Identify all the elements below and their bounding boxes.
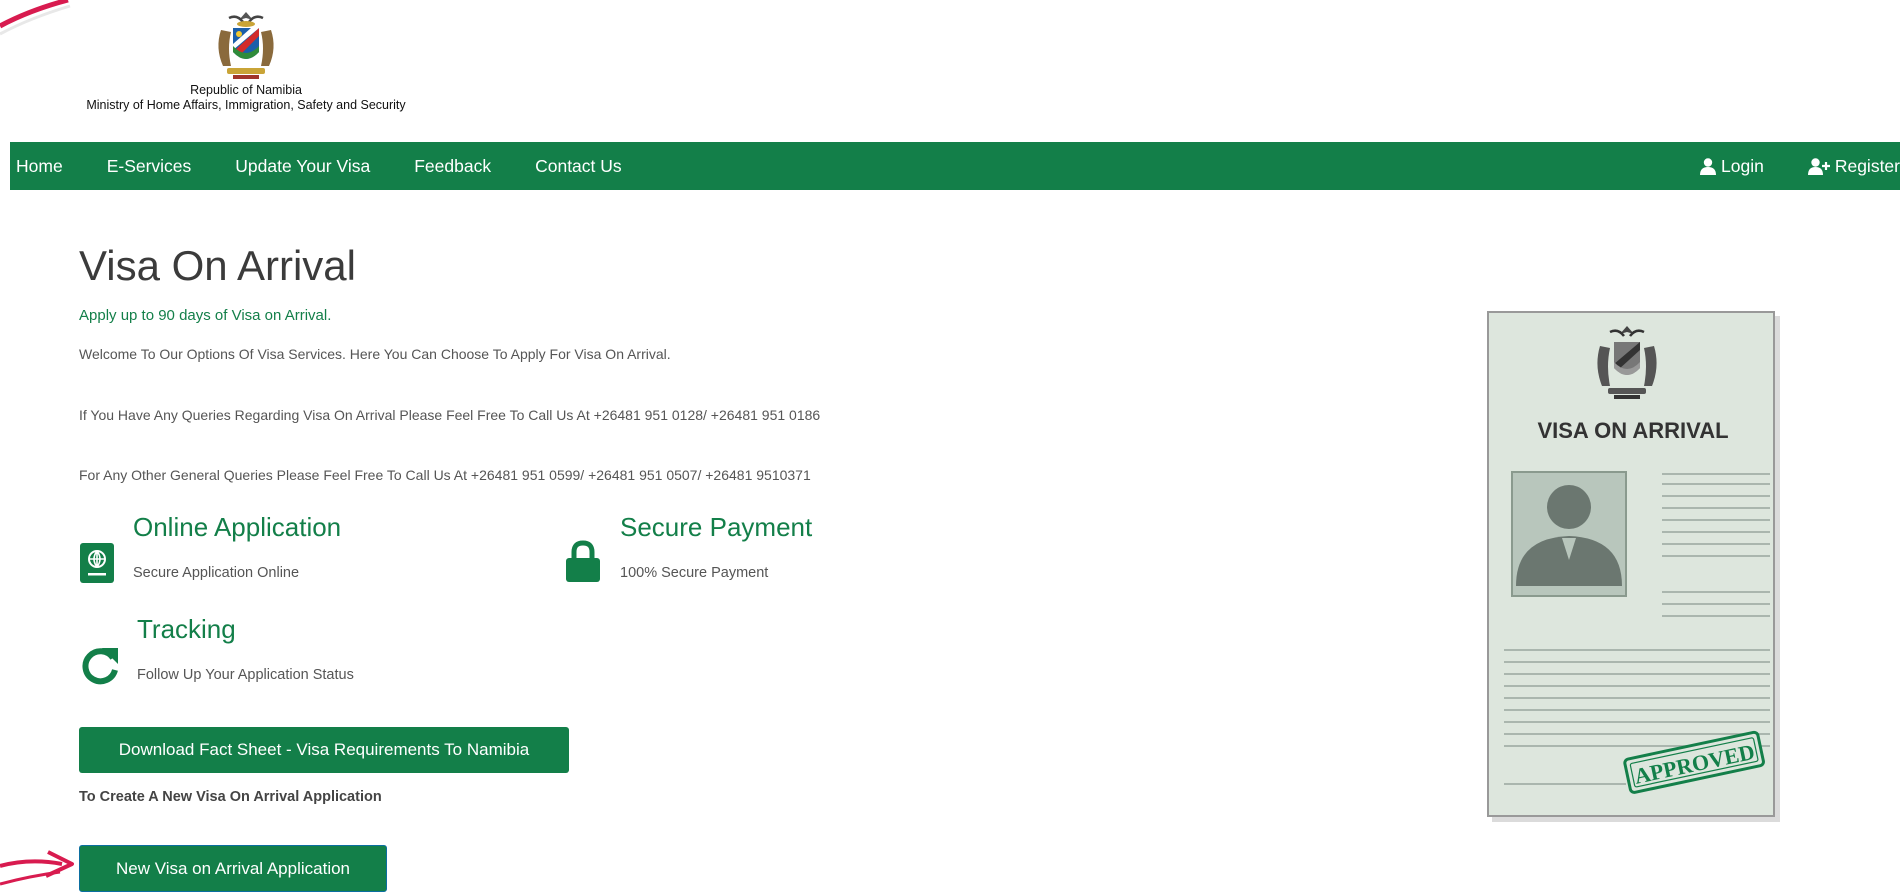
- coat-of-arms-icon: [218, 12, 274, 79]
- main-content: Visa On Arrival Apply up to 90 days of V…: [79, 240, 979, 892]
- nav-account: Login Register: [1656, 156, 1900, 177]
- create-application-label: To Create A New Visa On Arrival Applicat…: [79, 789, 382, 805]
- decorative-swoosh: [0, 0, 71, 36]
- lock-icon: [566, 540, 600, 582]
- page-subtitle: Apply up to 90 days of Visa on Arrival.: [79, 307, 332, 324]
- feature-desc: 100% Secure Payment: [620, 565, 769, 581]
- nav-contact-us[interactable]: Contact Us: [535, 156, 622, 177]
- arrow-pointer-icon: [0, 850, 74, 886]
- ministry-name: Ministry of Home Affairs, Immigration, S…: [86, 98, 406, 112]
- new-visa-application-button[interactable]: New Visa on Arrival Application: [79, 845, 387, 892]
- general-queries-text: For Any Other General Queries Please Fee…: [79, 467, 811, 483]
- voa-queries-text: If You Have Any Queries Regarding Visa O…: [79, 407, 821, 423]
- visa-card-graphic: VISA ON ARRIVAL APPROVED: [1487, 311, 1780, 822]
- nav-home[interactable]: Home: [16, 156, 63, 177]
- main-navbar: Home E-Services Update Your Visa Feedbac…: [10, 142, 1900, 190]
- nav-feedback[interactable]: Feedback: [414, 156, 491, 177]
- welcome-text: Welcome To Our Options Of Visa Services.…: [79, 346, 671, 362]
- feature-title: Online Application: [133, 512, 342, 542]
- login-label: Login: [1721, 155, 1764, 176]
- nav-register[interactable]: Register: [1807, 155, 1900, 177]
- register-label: Register: [1834, 155, 1900, 176]
- visa-document-illustration: VISA ON ARRIVAL APPROVED: [1486, 310, 1782, 829]
- feature-title: Secure Payment: [620, 512, 813, 542]
- refresh-icon: [82, 648, 118, 685]
- feature-desc: Secure Application Online: [133, 565, 300, 581]
- nav-update-your-visa[interactable]: Update Your Visa: [235, 156, 370, 177]
- feature-title: Tracking: [137, 614, 236, 644]
- site-logo[interactable]: Republic of Namibia Ministry of Home Aff…: [78, 8, 414, 113]
- visa-card-heading: VISA ON ARRIVAL: [1537, 418, 1728, 443]
- passport-icon: [80, 543, 114, 583]
- user-plus-icon: [1807, 157, 1830, 175]
- page-title: Visa On Arrival: [79, 242, 356, 289]
- user-icon: [1700, 157, 1716, 175]
- download-fact-sheet-button[interactable]: Download Fact Sheet - Visa Requirements …: [79, 727, 569, 773]
- nav-e-services[interactable]: E-Services: [107, 156, 192, 177]
- feature-desc: Follow Up Your Application Status: [137, 667, 354, 683]
- nav-login[interactable]: Login: [1700, 156, 1764, 177]
- person-icon: [1547, 485, 1591, 529]
- logo-title: Republic of Namibia: [190, 83, 302, 97]
